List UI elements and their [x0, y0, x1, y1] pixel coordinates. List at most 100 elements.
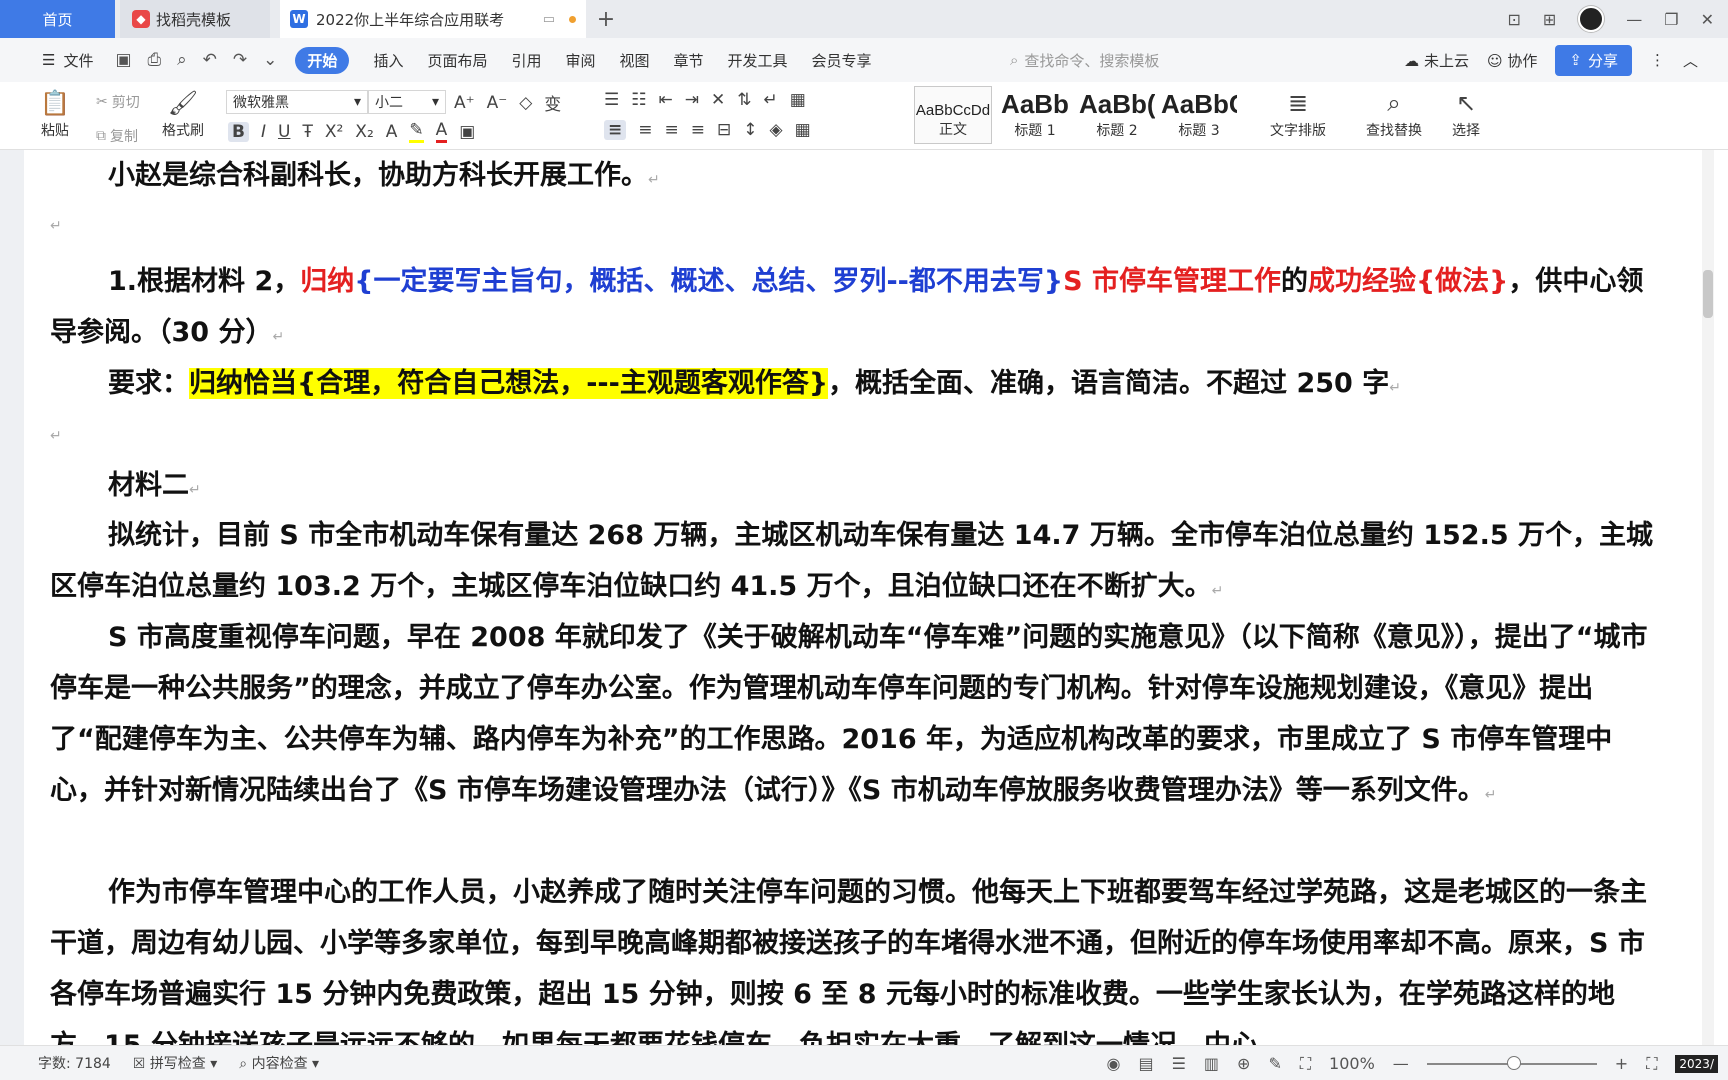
- superscript-icon[interactable]: X²: [325, 122, 343, 142]
- grow-font-icon[interactable]: A⁺: [454, 93, 475, 113]
- monitor-icon[interactable]: ▭: [543, 12, 555, 27]
- paragraph-mark: ↵: [1211, 583, 1224, 599]
- vertical-scrollbar[interactable]: [1688, 150, 1728, 1045]
- eye-protection-icon[interactable]: ◉: [1106, 1054, 1120, 1073]
- chinese-layout-icon[interactable]: ✕: [711, 90, 725, 110]
- strikethrough-icon[interactable]: Ŧ: [302, 122, 312, 142]
- sort-icon[interactable]: ⇅: [737, 90, 751, 110]
- highlight-color-icon[interactable]: ✎: [409, 120, 424, 143]
- paste-button[interactable]: 📋 粘贴: [40, 86, 70, 140]
- underline-icon[interactable]: U: [278, 122, 290, 142]
- share-button[interactable]: ⇪ 分享: [1555, 44, 1632, 76]
- table-icon[interactable]: ▦: [790, 90, 806, 110]
- shading-icon[interactable]: ◈: [770, 120, 783, 140]
- menu-home[interactable]: 开始: [295, 46, 350, 74]
- menu-view[interactable]: 视图: [620, 50, 650, 71]
- zoom-out-icon[interactable]: —: [1393, 1054, 1409, 1073]
- distribute-icon[interactable]: ⊟: [717, 120, 731, 140]
- command-search[interactable]: ⌕ 查找命令、搜索模板: [1010, 49, 1270, 71]
- fit-page-icon[interactable]: ⛶: [1300, 1054, 1311, 1074]
- minimize-icon[interactable]: —: [1626, 10, 1642, 29]
- clear-format-icon[interactable]: ◇: [519, 93, 532, 113]
- line-spacing-icon[interactable]: ↕: [743, 120, 757, 140]
- tab-template[interactable]: ◆ 找稻壳模板: [120, 0, 270, 38]
- style-label: 标题 3: [1178, 123, 1220, 139]
- print-preview-icon[interactable]: ⌕: [177, 50, 187, 70]
- text-layout-button[interactable]: ≣ 文字排版: [1270, 86, 1326, 140]
- print-icon[interactable]: ⎙: [148, 50, 162, 70]
- word-count[interactable]: 字数: 7184: [38, 1053, 111, 1073]
- save-icon[interactable]: ▣: [115, 50, 131, 70]
- page-view-icon[interactable]: ▤: [1138, 1054, 1153, 1073]
- chevron-down-icon[interactable]: ⌄: [263, 50, 277, 70]
- scroll-thumb[interactable]: [1703, 270, 1713, 318]
- zoom-slider-knob[interactable]: [1506, 1055, 1521, 1070]
- zoom-slider[interactable]: [1426, 1055, 1597, 1070]
- justify-icon[interactable]: ≡: [691, 120, 705, 140]
- style-normal[interactable]: AaBbCcDd 正文: [914, 86, 992, 144]
- align-center-icon[interactable]: ≡: [638, 120, 652, 140]
- font-size-tools: A⁺ A⁻ ◇ 变: [454, 90, 561, 116]
- find-replace-button[interactable]: ⌕ 查找替换: [1366, 86, 1422, 140]
- style-heading-3[interactable]: AaBbC 标题 3: [1160, 86, 1238, 144]
- menu-sections[interactable]: 章节: [674, 50, 704, 71]
- menu-right-actions: ☁ 未上云 ☺ 协作 ⇪ 分享 ⋮ ︿: [1404, 44, 1698, 76]
- decrease-indent-icon[interactable]: ⇤: [659, 90, 673, 110]
- subscript-icon[interactable]: X₂: [355, 122, 373, 142]
- requirement-prefix: 要求：: [108, 368, 189, 399]
- phonetic-icon[interactable]: 变: [544, 90, 561, 115]
- char-border-icon[interactable]: ▣: [459, 122, 475, 142]
- menu-references[interactable]: 引用: [511, 50, 541, 71]
- cut-button[interactable]: ✂ 剪切: [96, 92, 140, 112]
- font-name-select[interactable]: 微软雅黑 ▾: [226, 90, 368, 114]
- spell-check-button[interactable]: ☒ 拼写检查 ▾: [133, 1053, 218, 1073]
- redo-icon[interactable]: ↷: [233, 50, 247, 70]
- menu-page-layout[interactable]: 页面布局: [427, 50, 487, 71]
- restore-icon[interactable]: ❐: [1664, 10, 1678, 29]
- menu-insert[interactable]: 插入: [373, 50, 403, 71]
- font-color-icon[interactable]: A: [435, 120, 448, 143]
- show-marks-icon[interactable]: ↵: [764, 90, 778, 110]
- font-size-select[interactable]: 小二 ▾: [368, 90, 446, 114]
- reading-view-icon[interactable]: ▥: [1204, 1054, 1219, 1073]
- close-icon[interactable]: ✕: [1701, 10, 1714, 29]
- document-area[interactable]: 小赵是综合科副科长，协助方科长开展工作。↵ ↵ 1.根据材料 2，归纳{一定要写…: [0, 150, 1728, 1045]
- italic-icon[interactable]: I: [261, 122, 266, 142]
- bullet-list-icon[interactable]: ☰: [604, 90, 619, 110]
- file-menu[interactable]: ☰ 文件: [42, 50, 93, 71]
- format-painter-button[interactable]: 🖌 格式刷: [162, 86, 204, 140]
- outline-view-icon[interactable]: ☰: [1172, 1054, 1186, 1073]
- select-button[interactable]: ↖ 选择: [1452, 86, 1480, 140]
- grid-apps-icon[interactable]: ⊞: [1543, 10, 1556, 29]
- avatar[interactable]: [1578, 6, 1605, 32]
- write-mode-icon[interactable]: ✎: [1268, 1054, 1281, 1073]
- web-view-icon[interactable]: ⊕: [1237, 1054, 1250, 1073]
- reading-mode-icon[interactable]: ⊡: [1507, 10, 1520, 29]
- new-tab-button[interactable]: +: [594, 0, 618, 38]
- zoom-in-icon[interactable]: +: [1615, 1054, 1628, 1073]
- shrink-font-icon[interactable]: A⁻: [487, 93, 508, 113]
- tab-home[interactable]: 首页: [0, 0, 115, 38]
- tab-document[interactable]: W 2022你上半年综合应用联考 ▭: [280, 0, 586, 38]
- numbered-list-icon[interactable]: ☷: [631, 90, 646, 110]
- align-right-icon[interactable]: ≡: [665, 120, 679, 140]
- fullscreen-icon[interactable]: ⛶: [1646, 1054, 1657, 1074]
- style-heading-2[interactable]: AaBb( 标题 2: [1078, 86, 1156, 144]
- menu-member[interactable]: 会员专享: [812, 50, 872, 71]
- more-icon[interactable]: ⋮: [1650, 51, 1665, 69]
- cloud-status[interactable]: ☁ 未上云: [1404, 50, 1469, 71]
- borders-icon[interactable]: ▦: [795, 120, 811, 140]
- menu-developer[interactable]: 开发工具: [728, 50, 788, 71]
- undo-icon[interactable]: ↶: [203, 50, 217, 70]
- collapse-ribbon-icon[interactable]: ︿: [1683, 50, 1698, 71]
- align-left-icon[interactable]: ≡: [604, 120, 627, 140]
- bold-icon[interactable]: B: [228, 121, 249, 142]
- text-effect-icon[interactable]: A: [386, 122, 398, 142]
- collaborate-button[interactable]: ☺ 协作: [1487, 50, 1537, 71]
- style-heading-1[interactable]: AaBb 标题 1: [996, 86, 1074, 144]
- menu-review[interactable]: 审阅: [565, 50, 595, 71]
- zoom-level[interactable]: 100%: [1329, 1054, 1375, 1073]
- copy-button[interactable]: ⧉ 复制: [96, 126, 138, 146]
- increase-indent-icon[interactable]: ⇥: [685, 90, 699, 110]
- content-check-button[interactable]: ⌕ 内容检查 ▾: [239, 1053, 319, 1073]
